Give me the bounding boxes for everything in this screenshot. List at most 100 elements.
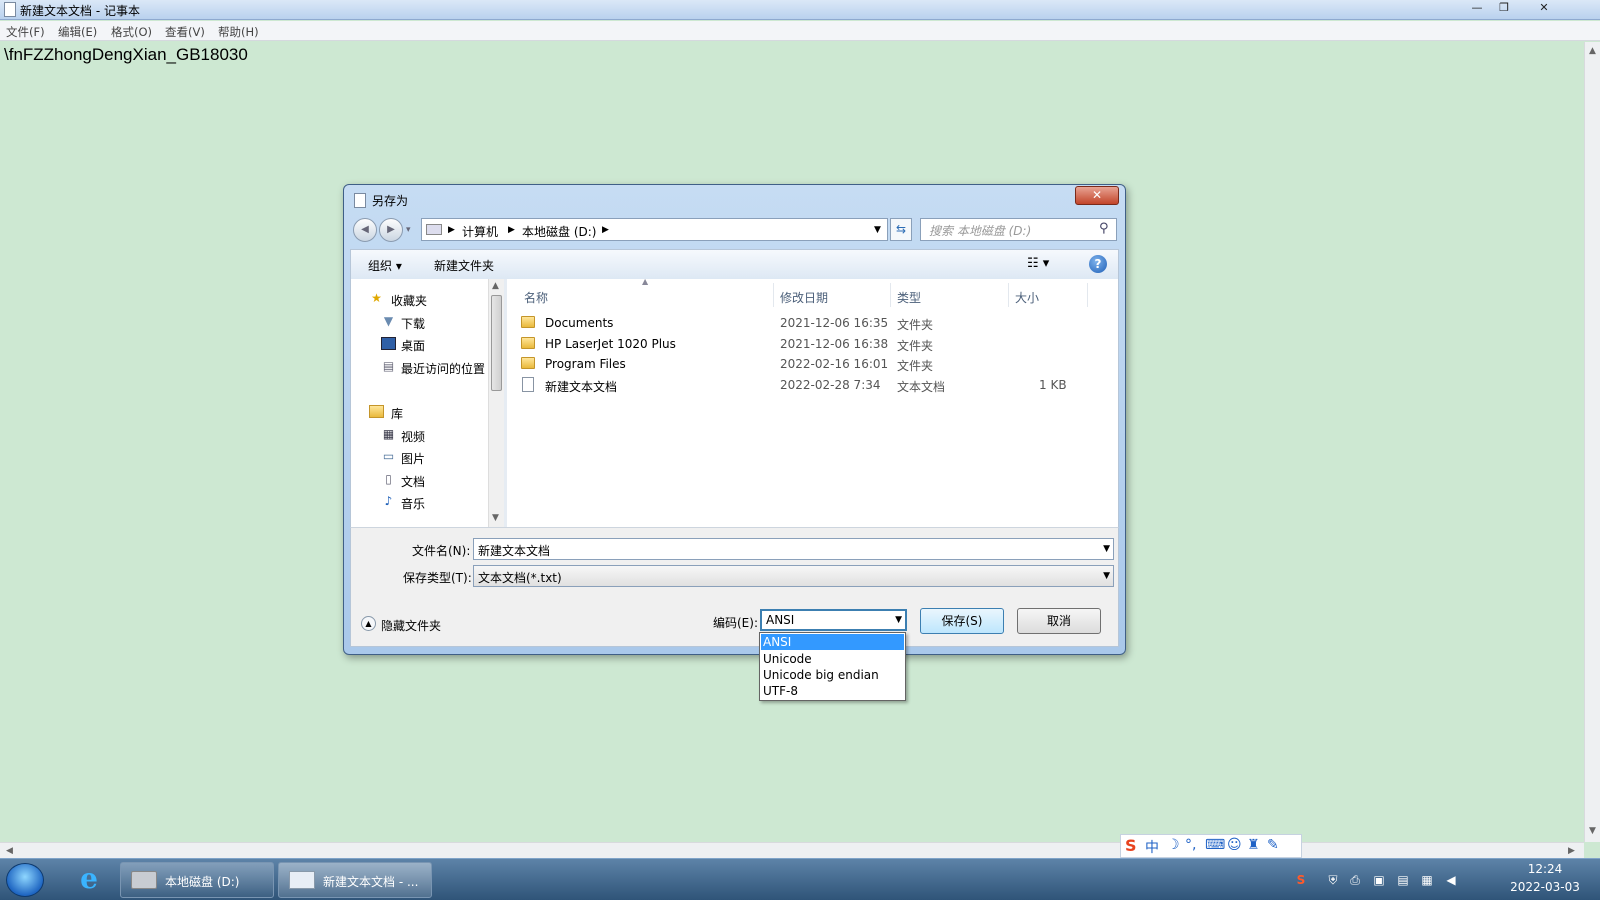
column-size[interactable]: 大小	[1015, 289, 1039, 306]
menu-format[interactable]: 格式(O)	[111, 24, 152, 40]
sogou-tray-icon[interactable]: S	[1294, 873, 1308, 887]
column-separator[interactable]	[890, 283, 891, 307]
nav-downloads[interactable]: 下载	[401, 315, 425, 332]
encoding-option-unicode-be[interactable]: Unicode big endian	[761, 667, 904, 683]
encoding-label: 编码(E):	[713, 616, 758, 630]
file-row[interactable]: 新建文本文档 2022-02-28 7:34 文本文档 1 KB	[521, 375, 1101, 395]
history-dropdown-icon[interactable]: ▾	[406, 225, 411, 235]
wrench-icon[interactable]: ✎	[1267, 837, 1279, 853]
restore-button[interactable]: ❐	[1490, 0, 1518, 18]
column-modified[interactable]: 修改日期	[780, 289, 828, 306]
help-icon[interactable]: ?	[1089, 255, 1107, 273]
star-icon: ★	[371, 291, 382, 305]
nav-scrollbar[interactable]: ▲ ▼	[488, 279, 504, 527]
sogou-logo-icon[interactable]: S	[1125, 836, 1137, 855]
network-icon[interactable]: ▤	[1396, 873, 1410, 887]
organize-button[interactable]: 组织 ▾	[368, 257, 402, 274]
scroll-down-icon[interactable]: ▼	[492, 513, 499, 523]
search-icon[interactable]: ⚲	[1099, 221, 1109, 236]
chevron-down-icon[interactable]: ▼	[1103, 544, 1110, 554]
horizontal-scrollbar[interactable]: ◀ ▶	[0, 842, 1584, 858]
user-icon[interactable]: ☺	[1227, 837, 1242, 853]
column-separator[interactable]	[773, 283, 774, 307]
clock-date[interactable]: 2022-03-03	[1502, 880, 1588, 894]
scroll-right-icon[interactable]: ▶	[1568, 846, 1575, 856]
chevron-right-icon[interactable]: ▶	[508, 225, 515, 235]
notepad-titlebar[interactable]: 新建文本文档 - 记事本 — ❐ ✕	[0, 0, 1600, 20]
column-type[interactable]: 类型	[897, 289, 921, 306]
filetype-select[interactable]: 文本文档(*.txt) ▼	[473, 565, 1114, 587]
file-row[interactable]: Program Files 2022-02-16 16:01 文件夹	[521, 354, 1101, 374]
refresh-button[interactable]: ⇆	[890, 218, 912, 241]
file-row[interactable]: HP LaserJet 1020 Plus 2021-12-06 16:38 文…	[521, 334, 1101, 354]
column-name[interactable]: 名称	[524, 289, 548, 306]
nav-libraries[interactable]: 库	[391, 405, 403, 422]
filename-input[interactable]: 新建文本文档 ▼	[473, 538, 1114, 560]
nav-favorites[interactable]: 收藏夹	[391, 292, 427, 309]
dialog-close-button[interactable]: ✕	[1075, 186, 1119, 205]
nav-desktop[interactable]: 桌面	[401, 337, 425, 354]
window-title: 新建文本文档 - 记事本	[20, 4, 140, 18]
nav-music[interactable]: 音乐	[401, 495, 425, 512]
printer-icon[interactable]: ⎙	[1348, 873, 1362, 887]
menu-view[interactable]: 查看(V)	[165, 24, 205, 40]
save-button[interactable]: 保存(S)	[920, 608, 1004, 634]
punctuation-icon[interactable]: °,	[1185, 837, 1196, 853]
cancel-button[interactable]: 取消	[1017, 608, 1101, 634]
moon-icon[interactable]: ☽	[1167, 837, 1180, 853]
menu-file[interactable]: 文件(F)	[6, 24, 45, 40]
encoding-option-unicode[interactable]: Unicode	[761, 651, 904, 667]
scroll-left-icon[interactable]: ◀	[6, 846, 13, 856]
breadcrumb-drive[interactable]: 本地磁盘 (D:)	[522, 223, 596, 240]
close-window-button[interactable]: ✕	[1524, 0, 1564, 18]
nav-documents[interactable]: 文档	[401, 473, 425, 490]
volume-mute-icon[interactable]: ◀	[1444, 873, 1458, 887]
sort-ascending-icon: ▲	[642, 277, 649, 286]
filetype-value: 文本文档(*.txt)	[478, 571, 562, 585]
scroll-up-icon[interactable]: ▲	[1589, 46, 1596, 56]
back-button[interactable]: ◀	[353, 218, 377, 242]
scroll-up-icon[interactable]: ▲	[492, 281, 499, 291]
menu-help[interactable]: 帮助(H)	[218, 24, 259, 40]
file-row[interactable]: Documents 2021-12-06 16:35 文件夹	[521, 313, 1101, 333]
minimize-button[interactable]: —	[1463, 0, 1491, 18]
start-button[interactable]	[6, 863, 44, 897]
encoding-option-utf8[interactable]: UTF-8	[761, 683, 904, 699]
device-icon[interactable]: ▦	[1420, 873, 1434, 887]
chevron-right-icon[interactable]: ▶	[448, 225, 455, 235]
scroll-down-icon[interactable]: ▼	[1589, 826, 1596, 836]
shield-icon[interactable]: ⛨	[1326, 873, 1340, 887]
encoding-option-ansi[interactable]: ANSI	[761, 634, 904, 650]
address-bar[interactable]: ▶ 计算机 ▶ 本地磁盘 (D:) ▶ ▼	[421, 218, 888, 241]
network-alert-icon[interactable]: ▣	[1372, 873, 1386, 887]
search-input[interactable]: 搜索 本地磁盘 (D:) ⚲	[920, 218, 1117, 241]
nav-scroll-thumb[interactable]	[491, 295, 502, 391]
chevron-down-icon[interactable]: ▼	[895, 615, 902, 625]
folder-icon	[521, 357, 535, 369]
forward-button[interactable]: ▶	[379, 218, 403, 242]
chevron-right-icon[interactable]: ▶	[602, 225, 609, 235]
ie-icon[interactable]: e	[72, 864, 106, 896]
new-folder-button[interactable]: 新建文件夹	[434, 257, 494, 274]
vertical-scrollbar[interactable]: ▲ ▼	[1584, 42, 1600, 842]
clock-time[interactable]: 12:24	[1510, 862, 1580, 876]
column-separator[interactable]	[1087, 283, 1088, 307]
nav-pictures[interactable]: 图片	[401, 450, 425, 467]
menu-edit[interactable]: 编辑(E)	[58, 24, 97, 40]
ime-toolbar[interactable]: S 中 ☽ °, ⌨ ☺ ♜ ✎	[1120, 834, 1302, 858]
folder-icon	[521, 337, 535, 349]
keyboard-icon[interactable]: ⌨	[1205, 837, 1225, 853]
chevron-down-icon[interactable]: ▼	[1103, 571, 1110, 581]
nav-recent[interactable]: 最近访问的位置	[401, 360, 485, 377]
nav-videos[interactable]: 视频	[401, 428, 425, 445]
task-local-disk[interactable]: 本地磁盘 (D:)	[120, 862, 274, 898]
view-options-icon[interactable]: ☷ ▾	[1027, 256, 1049, 271]
breadcrumb-computer[interactable]: 计算机	[462, 223, 498, 240]
encoding-select[interactable]: ANSI ▼	[760, 609, 907, 631]
address-dropdown-icon[interactable]: ▼	[874, 225, 881, 235]
column-separator[interactable]	[1008, 283, 1009, 307]
ime-mode-chinese[interactable]: 中	[1145, 837, 1159, 857]
task-notepad[interactable]: 新建文本文档 - ...	[278, 862, 432, 898]
shirt-icon[interactable]: ♜	[1247, 837, 1260, 853]
file-type: 文本文档	[897, 380, 946, 394]
